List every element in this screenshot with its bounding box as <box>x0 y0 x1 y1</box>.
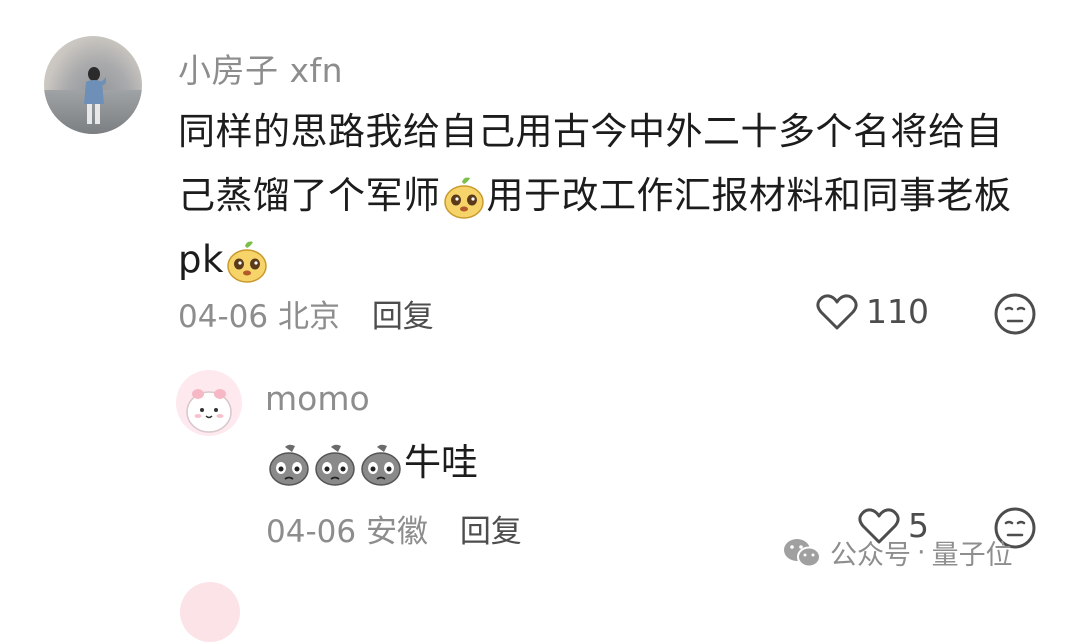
commenter-avatar[interactable] <box>44 36 142 134</box>
reply-body: 牛哇 <box>266 438 478 488</box>
heart-outline-icon <box>816 293 858 329</box>
gray-sad-face-emoji-icon <box>359 443 403 487</box>
comment-line-2: 己蒸馏了个军师 用于改工作汇报材料和同事老板 <box>178 164 1038 228</box>
comment-body: 同样的思路我给自己用古今中外二十多个名将给自 己蒸馏了个军师 用于改工作汇报材料和… <box>178 100 1038 292</box>
comment-text-segment: pk <box>178 238 224 281</box>
comment-line-1: 同样的思路我给自己用古今中外二十多个名将给自 <box>178 110 1003 153</box>
reply-text: 牛哇 <box>404 441 478 484</box>
like-button[interactable]: 110 <box>816 292 929 331</box>
replier-avatar[interactable] <box>176 370 242 436</box>
watermark-prefix: 公众号 <box>830 540 911 571</box>
cartoon-face-icon <box>186 389 232 433</box>
reply-button[interactable]: 回复 <box>372 299 434 335</box>
commenter-username[interactable]: 小房子 xfn <box>178 44 343 92</box>
reply-button[interactable]: 回复 <box>460 514 522 550</box>
comment-text-segment: 己蒸馏了个军师 <box>178 174 441 217</box>
comment-date: 04-06 <box>178 299 269 335</box>
next-comment-avatar[interactable] <box>180 582 240 642</box>
neutral-face-icon[interactable] <box>993 292 1037 336</box>
watermark-separator: · <box>917 537 926 568</box>
avatar-person-silhouette <box>84 67 106 124</box>
reply-date: 04-06 <box>266 514 357 550</box>
watermark: 公众号 · 量子位 <box>782 533 1013 572</box>
yellow-sprout-face-emoji-icon <box>442 176 486 220</box>
reply-meta: 04-06 安徽 回复 <box>266 506 522 551</box>
yellow-sprout-face-emoji-icon <box>225 240 269 284</box>
watermark-name: 量子位 <box>931 540 1013 571</box>
comment-text-segment: 用于改工作汇报材料和同事老板 <box>486 174 1012 217</box>
wechat-icon <box>784 538 821 567</box>
gray-sad-face-emoji-icon <box>267 443 311 487</box>
comment-line-3: pk <box>178 228 1038 292</box>
comment-location: 北京 <box>277 299 340 335</box>
reply-location: 安徽 <box>365 514 428 550</box>
gray-sad-face-emoji-icon <box>313 443 357 487</box>
replier-username[interactable]: momo <box>265 379 370 418</box>
comment-meta: 04-06 北京 回复 <box>178 291 434 336</box>
like-count: 110 <box>866 292 929 331</box>
